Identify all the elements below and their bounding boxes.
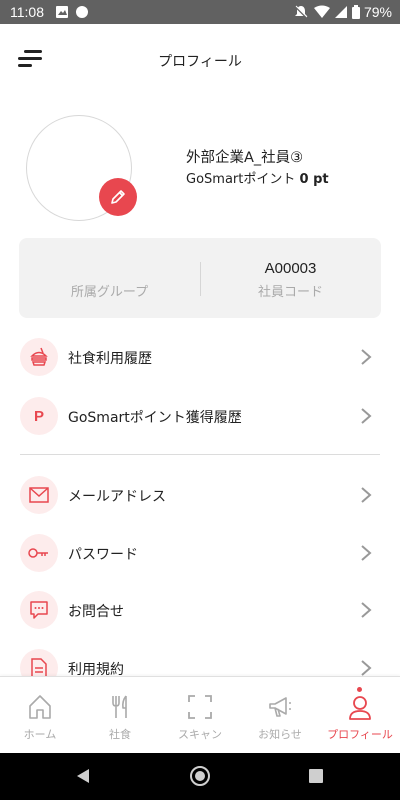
status-time: 11:08 xyxy=(10,4,44,20)
affiliation-card: 所属グループ A00003 社員コード xyxy=(19,238,381,318)
app-header: プロフィール xyxy=(0,24,400,96)
cutlery-icon xyxy=(112,695,127,718)
edit-avatar-button[interactable] xyxy=(99,178,137,216)
back-icon[interactable] xyxy=(75,768,91,784)
signal-icon xyxy=(334,5,348,23)
chevron-right-icon xyxy=(361,408,372,424)
nav-scan[interactable]: スキャン xyxy=(160,677,240,754)
points-icon: P xyxy=(20,397,58,435)
points-value: 0 pt xyxy=(299,172,329,187)
mute-icon xyxy=(294,5,308,23)
nav-label: ホーム xyxy=(23,728,57,741)
section-divider xyxy=(20,454,380,455)
menu-item-label: 社食利用履歴 xyxy=(68,351,152,367)
pencil-icon xyxy=(111,190,125,204)
menu-item-label: メールアドレス xyxy=(68,489,166,505)
points-label: GoSmartポイント xyxy=(186,172,296,187)
menu-item-inquiry[interactable]: お問合せ xyxy=(0,584,400,636)
bottom-navigation: ホーム 社食 スキャン お知らせ プロフィール xyxy=(0,676,400,753)
menu-item-label: パスワード xyxy=(68,547,138,563)
nav-notices[interactable]: お知らせ xyxy=(240,677,320,754)
megaphone-icon xyxy=(269,697,291,717)
user-name: 外部企業A_社員③ xyxy=(186,150,304,166)
chat-icon xyxy=(20,591,58,629)
scan-icon xyxy=(188,695,212,719)
circle-notification-icon xyxy=(75,5,89,23)
recents-icon[interactable] xyxy=(309,769,323,783)
status-bar: 11:08 79% xyxy=(0,0,400,24)
chevron-right-icon xyxy=(361,602,372,618)
nav-home[interactable]: ホーム xyxy=(0,677,80,754)
chevron-right-icon xyxy=(361,349,372,365)
meal-history-icon xyxy=(20,338,58,376)
image-notification-icon xyxy=(55,5,69,23)
menu-item-label: お問合せ xyxy=(68,604,124,620)
points-line: GoSmartポイント 0 pt xyxy=(186,168,329,187)
menu-item-label: GoSmartポイント獲得履歴 xyxy=(68,410,242,426)
system-navigation-bar xyxy=(0,753,400,800)
employee-code-value: A00003 xyxy=(264,260,317,277)
chevron-right-icon xyxy=(361,660,372,676)
battery-icon xyxy=(352,5,360,23)
nav-cafeteria[interactable]: 社食 xyxy=(80,677,160,754)
nav-label: お知らせ xyxy=(258,728,302,741)
home-icon xyxy=(29,695,51,719)
chevron-right-icon xyxy=(361,487,372,503)
menu-item-points-history[interactable]: P GoSmartポイント獲得履歴 xyxy=(0,390,400,442)
key-icon xyxy=(20,534,58,572)
mail-icon xyxy=(20,476,58,514)
battery-percent: 79% xyxy=(363,4,392,20)
chevron-right-icon xyxy=(361,545,372,561)
nav-profile[interactable]: プロフィール xyxy=(320,677,400,754)
menu-item-email[interactable]: メールアドレス xyxy=(0,469,400,521)
person-icon xyxy=(349,696,371,720)
nav-label: スキャン xyxy=(178,728,222,741)
menu-item-meal-history[interactable]: 社食利用履歴 xyxy=(0,331,400,383)
wifi-icon xyxy=(314,5,330,23)
employee-code-label: 社員コード xyxy=(257,285,323,300)
page-title: プロフィール xyxy=(158,54,242,70)
menu-item-password[interactable]: パスワード xyxy=(0,527,400,579)
active-indicator-dot xyxy=(357,687,362,692)
group-column: 所属グループ xyxy=(19,238,200,318)
home-circle-icon[interactable] xyxy=(189,765,211,787)
employee-code-column: A00003 社員コード xyxy=(200,238,381,318)
nav-label: 社食 xyxy=(109,728,131,741)
nav-label: プロフィール xyxy=(327,728,393,741)
group-label: 所属グループ xyxy=(70,285,149,300)
